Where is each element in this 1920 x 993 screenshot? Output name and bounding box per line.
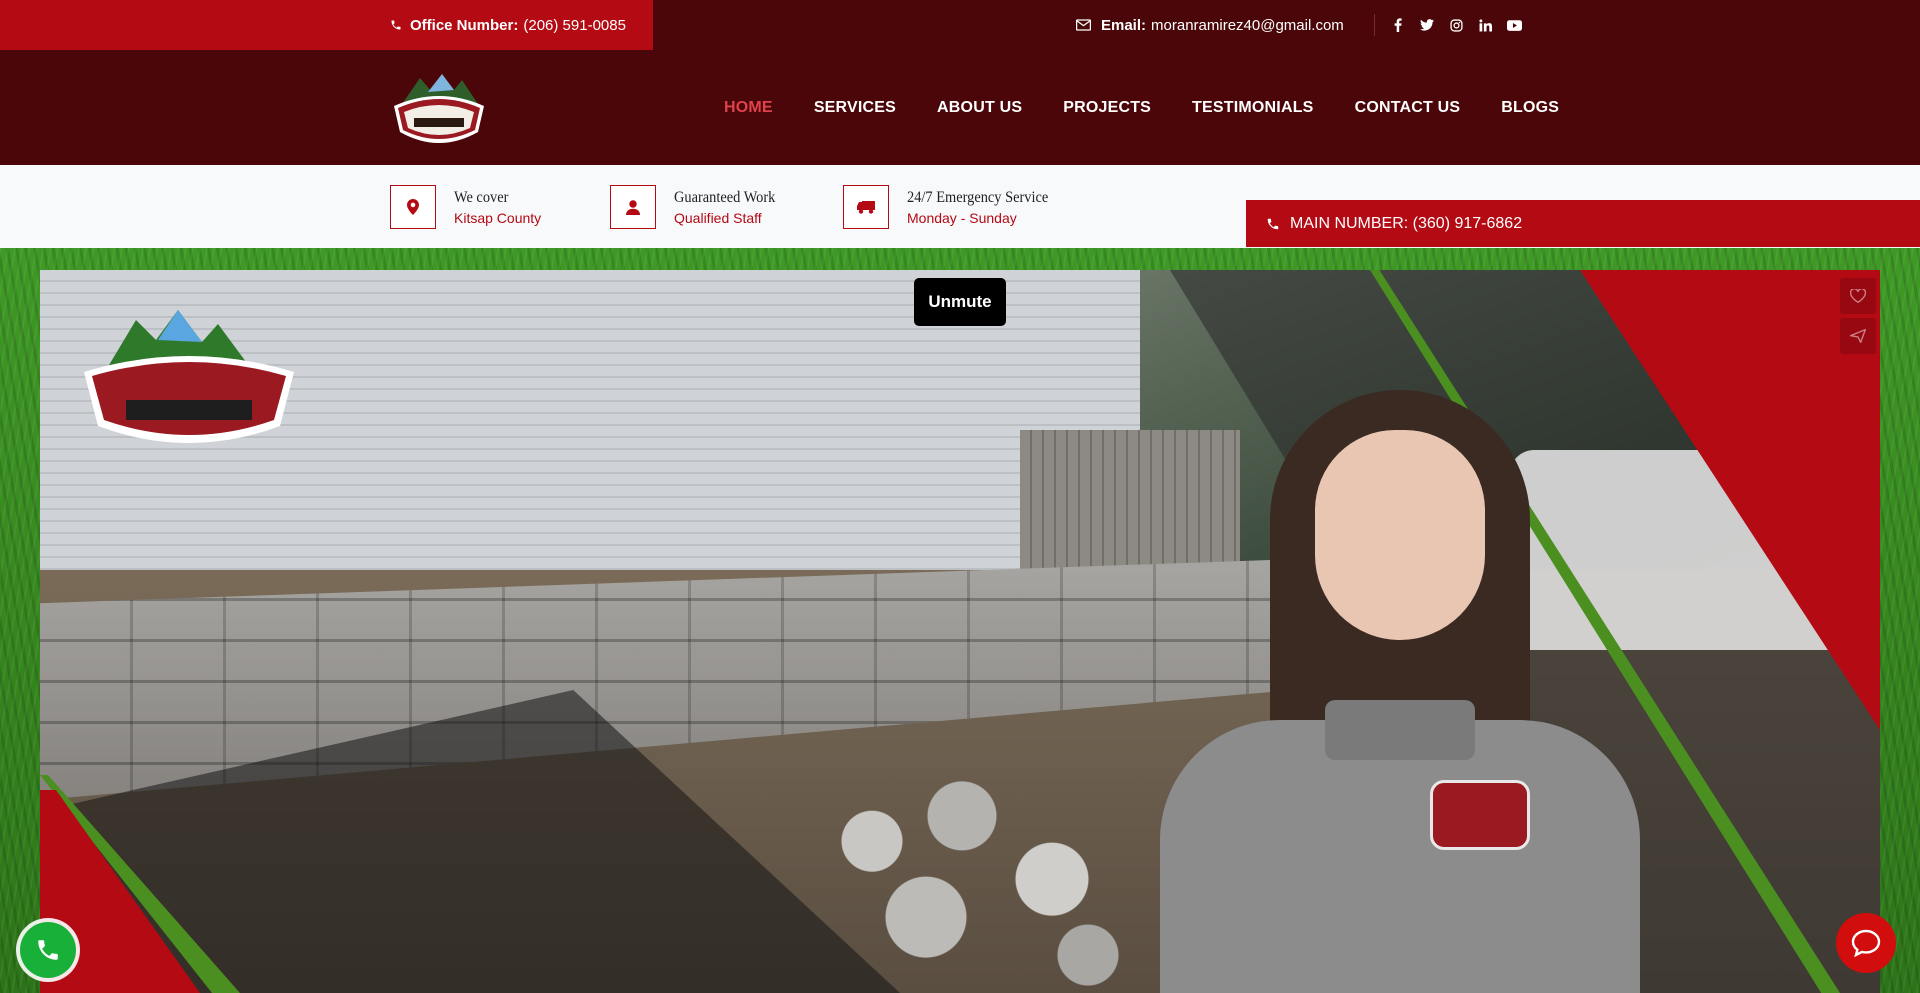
user-icon	[610, 185, 656, 229]
email-value[interactable]: moranramirez40@gmail.com	[1151, 17, 1344, 34]
youtube-icon[interactable]	[1506, 17, 1522, 33]
chat-button[interactable]	[1836, 913, 1896, 973]
map-pin-icon	[390, 185, 436, 229]
info-guarantee: Guaranteed Work Qualified Staff	[610, 185, 787, 229]
nav-contact-us[interactable]: CONTACT US	[1355, 99, 1461, 117]
office-number[interactable]: Office Number: (206) 591-0085	[390, 0, 626, 50]
site-logo[interactable]	[388, 66, 490, 150]
main-number-banner[interactable]: MAIN NUMBER: (360) 917-6862	[1246, 200, 1920, 247]
nav-projects[interactable]: PROJECTS	[1063, 99, 1151, 117]
linkedin-icon[interactable]	[1477, 17, 1493, 33]
info-coverage: We cover Kitsap County	[390, 185, 541, 229]
envelope-icon	[1076, 19, 1091, 31]
office-label: Office Number:	[410, 16, 519, 34]
hero-video[interactable]	[40, 270, 1880, 993]
info-title: 24/7 Emergency Service	[907, 188, 1049, 206]
info-emergency: 24/7 Emergency Service Monday - Sunday	[843, 185, 1064, 229]
top-bar-divider	[1374, 14, 1375, 36]
facebook-icon[interactable]	[1390, 17, 1406, 33]
call-button[interactable]	[20, 922, 76, 978]
phone-icon	[1267, 218, 1279, 229]
email-label: Email:	[1101, 16, 1147, 34]
nav-services[interactable]: SERVICES	[814, 99, 896, 117]
phone-icon	[38, 940, 58, 960]
truck-icon	[843, 185, 889, 229]
nav-blogs[interactable]: BLOGS	[1501, 99, 1559, 117]
main-number-text: MAIN NUMBER: (360) 917-6862	[1290, 214, 1523, 232]
video-presenter	[1150, 390, 1650, 993]
hero-section	[0, 248, 1920, 993]
top-bar: Office Number: (206) 591-0085 Email: mor…	[0, 0, 1920, 50]
twitter-icon[interactable]	[1419, 17, 1435, 33]
like-icon[interactable]	[1840, 278, 1876, 314]
share-icon[interactable]	[1840, 318, 1876, 354]
video-logo	[76, 300, 302, 450]
instagram-icon[interactable]	[1448, 17, 1464, 33]
nav-home[interactable]: HOME	[724, 99, 773, 117]
nav-testimonials[interactable]: TESTIMONIALS	[1192, 99, 1314, 117]
main-nav: HOME SERVICES ABOUT US PROJECTS TESTIMON…	[724, 50, 1600, 165]
social-links	[1390, 0, 1522, 50]
info-title: Guaranteed Work	[674, 188, 776, 206]
info-title: We cover	[454, 188, 509, 206]
chat-icon	[1851, 929, 1881, 958]
email-contact[interactable]: Email: moranramirez40@gmail.com	[1076, 0, 1344, 50]
info-subtitle: Qualified Staff	[674, 209, 762, 226]
info-subtitle: Kitsap County	[454, 209, 542, 226]
unmute-button[interactable]: Unmute	[914, 278, 1006, 326]
phone-icon	[391, 20, 401, 30]
info-subtitle: Monday - Sunday	[907, 209, 1017, 226]
main-header: HOME SERVICES ABOUT US PROJECTS TESTIMON…	[0, 50, 1920, 165]
nav-about-us[interactable]: ABOUT US	[937, 99, 1022, 117]
office-phone[interactable]: (206) 591-0085	[523, 17, 626, 34]
